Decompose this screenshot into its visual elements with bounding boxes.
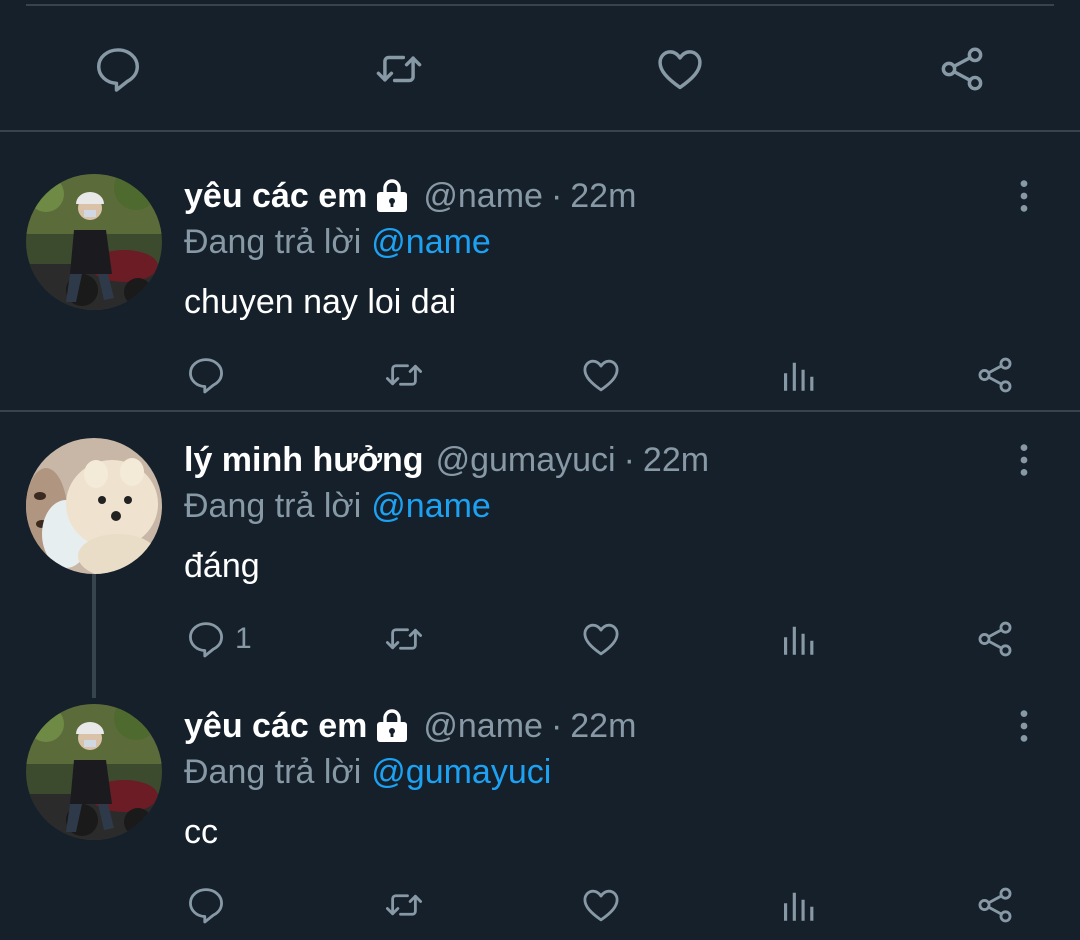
more-vertical-icon — [1019, 178, 1029, 214]
tweet-text: đáng — [184, 547, 260, 585]
more-options-button[interactable] — [1008, 704, 1040, 748]
replying-label: Đang trả lời — [184, 223, 362, 261]
share-icon — [974, 884, 1016, 926]
like-icon — [580, 618, 622, 660]
like-icon — [580, 884, 622, 926]
tweet-text: chuyen nay loi dai — [184, 283, 457, 321]
display-name[interactable]: yêu các em — [184, 704, 367, 748]
share-icon — [974, 618, 1016, 660]
retweet-icon — [383, 618, 425, 660]
display-name[interactable]: yêu các em — [184, 174, 367, 218]
reply-icon — [185, 354, 227, 396]
mention-link[interactable]: @name — [371, 223, 491, 261]
share-button[interactable] — [974, 880, 1016, 930]
avatar-image — [26, 174, 162, 310]
tweet-actions: 1 — [0, 614, 1080, 664]
timestamp[interactable]: 22m — [643, 438, 709, 482]
share-icon — [936, 43, 988, 95]
retweet-icon — [383, 354, 425, 396]
avatar[interactable] — [26, 438, 162, 574]
more-vertical-icon — [1019, 708, 1029, 744]
more-vertical-icon — [1019, 442, 1029, 478]
main-tweet-actions — [0, 36, 1080, 102]
replying-to: Đang trả lời @name — [184, 484, 491, 528]
user-handle: @gumayuci — [435, 441, 616, 479]
reply-icon — [92, 43, 144, 95]
analytics-button[interactable] — [777, 880, 819, 930]
reply-button[interactable]: 1 — [185, 614, 252, 664]
divider — [26, 4, 1054, 6]
share-button[interactable] — [974, 614, 1016, 664]
tweet-header: yêu các em @name · 22m — [184, 174, 636, 218]
mention-link[interactable]: @gumayuci — [371, 753, 551, 791]
analytics-button[interactable] — [777, 350, 819, 400]
lock-icon — [375, 178, 409, 214]
retweet-button[interactable] — [383, 350, 425, 400]
retweet-icon — [383, 884, 425, 926]
share-icon — [974, 354, 1016, 396]
replying-label: Đang trả lời — [184, 753, 362, 791]
reply-icon — [185, 618, 227, 660]
separator-dot: · — [550, 177, 563, 215]
user-handle: @name — [423, 707, 543, 745]
display-name[interactable]: lý minh hưởng — [184, 438, 424, 482]
retweet-button[interactable] — [383, 614, 425, 664]
share-button[interactable] — [974, 350, 1016, 400]
avatar[interactable] — [26, 704, 162, 840]
share-button[interactable] — [929, 36, 995, 102]
replying-to: Đang trả lời @name — [184, 220, 491, 264]
separator-dot: · — [623, 441, 635, 479]
more-options-button[interactable] — [1008, 174, 1040, 218]
tweet-header: lý minh hưởng @gumayuci · 22m — [184, 438, 709, 482]
avatar[interactable] — [26, 174, 162, 310]
retweet-button[interactable] — [366, 36, 432, 102]
tweet-actions — [0, 350, 1080, 400]
tweet-text: cc — [184, 813, 218, 851]
like-button[interactable] — [580, 350, 622, 400]
more-options-button[interactable] — [1008, 438, 1040, 482]
analytics-button[interactable] — [777, 614, 819, 664]
like-button[interactable] — [580, 614, 622, 664]
avatar-image — [26, 704, 162, 840]
reply-icon — [185, 884, 227, 926]
like-icon — [654, 43, 706, 95]
tweet-actions — [0, 880, 1080, 930]
like-icon — [580, 354, 622, 396]
reply-button[interactable] — [185, 350, 235, 400]
timestamp[interactable]: 22m — [570, 704, 636, 748]
reply-button[interactable] — [185, 880, 235, 930]
stats-icon — [777, 354, 819, 396]
user-handle: @name — [423, 177, 543, 215]
retweet-icon — [373, 43, 425, 95]
like-button[interactable] — [647, 36, 713, 102]
stats-icon — [777, 884, 819, 926]
like-button[interactable] — [580, 880, 622, 930]
avatar-image — [26, 438, 162, 574]
separator-dot: · — [550, 707, 563, 745]
tweet-header: yêu các em @name · 22m — [184, 704, 636, 748]
reply-button[interactable] — [85, 36, 151, 102]
thread-view: yêu các em @name · 22m Đang trả lời @name… — [0, 0, 1080, 940]
stats-icon — [777, 618, 819, 660]
timestamp[interactable]: 22m — [570, 174, 636, 218]
divider — [0, 410, 1080, 412]
reply-count: 1 — [235, 622, 252, 655]
replying-label: Đang trả lời — [184, 487, 362, 525]
mention-link[interactable]: @name — [371, 487, 491, 525]
retweet-button[interactable] — [383, 880, 425, 930]
lock-icon — [375, 708, 409, 744]
replying-to: Đang trả lời @gumayuci — [184, 750, 551, 794]
divider — [0, 130, 1080, 132]
